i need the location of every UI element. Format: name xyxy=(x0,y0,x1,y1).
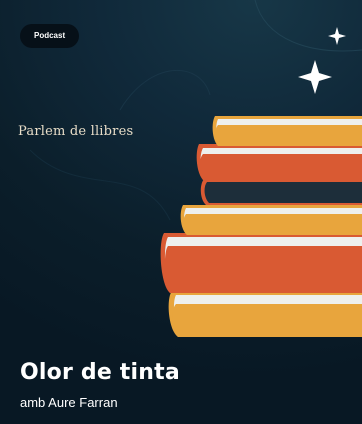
podcast-subtitle: amb Aure Farran xyxy=(20,395,118,410)
podcast-card[interactable]: Podcast Parlem de llibres Olor de tinta … xyxy=(0,0,362,424)
sparkle-icon xyxy=(298,60,332,94)
sparkle-icon xyxy=(328,27,346,45)
podcast-overline: Parlem de llibres xyxy=(18,124,134,139)
podcast-badge: Podcast xyxy=(20,24,80,48)
podcast-title[interactable]: Olor de tinta xyxy=(20,360,180,385)
books-illustration xyxy=(160,116,362,337)
